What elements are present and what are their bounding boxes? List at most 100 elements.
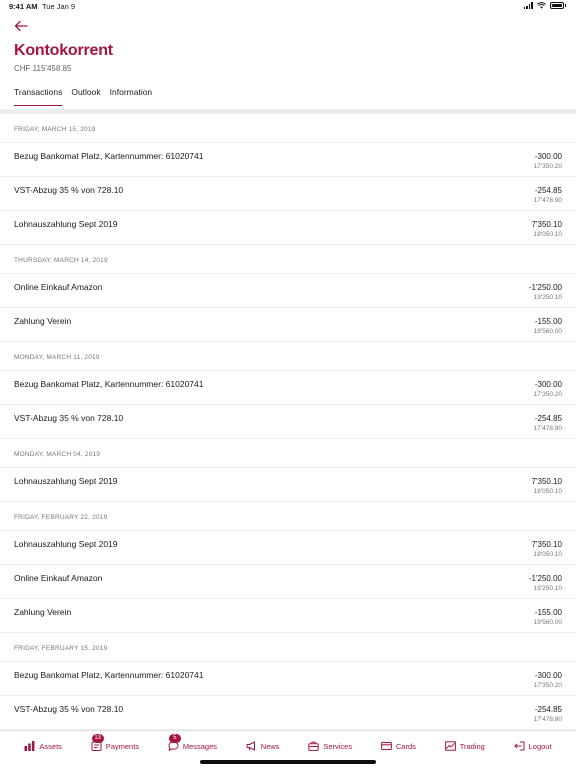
- transaction-description: VST-Abzug 35 % von 728.10: [14, 413, 124, 423]
- tabbar-label: Assets: [39, 741, 62, 751]
- transaction-description: VST-Abzug 35 % von 728.10: [14, 185, 124, 195]
- tabbar-trading[interactable]: Trading: [444, 741, 485, 751]
- section-date-header: THURSDAY, MARCH 14, 2019: [0, 245, 576, 274]
- megaphone-icon: [246, 741, 255, 751]
- tabbar-label: Payments: [105, 741, 140, 751]
- transaction-description: Lohnauszahlung Sept 2019: [14, 539, 118, 549]
- transaction-amount: -254.85: [534, 705, 562, 714]
- status-date: Tue Jan 9: [42, 2, 76, 11]
- transaction-row[interactable]: Bezug Bankomat Platz, Kartennummer: 6102…: [0, 143, 576, 177]
- status-bar: 9:41 AM Tue Jan 9: [0, 0, 576, 14]
- transaction-row[interactable]: Online Einkauf Amazon -1'250.00 19'250.1…: [0, 565, 576, 599]
- transaction-balance: 19'560.00: [533, 619, 562, 626]
- trading-chart-icon: [444, 741, 456, 751]
- transaction-description: Bezug Bankomat Platz, Kartennummer: 6102…: [14, 670, 204, 680]
- transaction-row[interactable]: VST-Abzug 35 % von 728.10 -254.85 17'478…: [0, 405, 576, 439]
- status-icons: [523, 2, 566, 9]
- messages-badge: 5: [168, 734, 181, 743]
- transaction-description: Lohnauszahlung Sept 2019: [14, 219, 118, 229]
- section-date-header: MONDAY, MARCH 11, 2019: [0, 342, 576, 371]
- transaction-row[interactable]: Bezug Bankomat Platz, Kartennummer: 6102…: [0, 371, 576, 405]
- transaction-balance: 17'350.20: [533, 391, 562, 398]
- transaction-description: Online Einkauf Amazon: [14, 573, 103, 583]
- tabbar-services[interactable]: Services: [308, 741, 352, 751]
- transaction-amount: -300.00: [534, 671, 562, 680]
- transaction-amount: 7'350.10: [531, 477, 562, 486]
- transaction-row[interactable]: Bezug Bankomat Platz, Kartennummer: 6102…: [0, 662, 576, 696]
- transaction-balance: 18'050.10: [533, 231, 562, 238]
- transaction-amount: -300.00: [534, 152, 562, 161]
- tabbar-logout[interactable]: Logout: [514, 741, 552, 751]
- back-button[interactable]: [14, 20, 32, 36]
- status-time: 9:41 AM: [9, 2, 38, 11]
- bar-chart-icon: [24, 741, 35, 751]
- bottom-tab-bar: Assets 13 Payments 5 Messages News Servi…: [0, 730, 576, 768]
- account-balance: CHF 115'458.85: [14, 64, 72, 73]
- transaction-balance: 18'050.10: [533, 488, 562, 495]
- transaction-amount: -254.85: [534, 186, 562, 195]
- tabbar-news[interactable]: News: [246, 741, 280, 751]
- battery-tip: [564, 4, 566, 7]
- tabbar-label: Messages: [182, 741, 218, 751]
- transaction-row[interactable]: Lohnauszahlung Sept 2019 7'350.10 18'050…: [0, 531, 576, 565]
- transaction-description: VST-Abzug 35 % von 728.10: [14, 704, 124, 714]
- transaction-row[interactable]: VST-Abzug 35 % von 728.10 -254.85 17'478…: [0, 177, 576, 211]
- tabbar-label: Cards: [395, 741, 416, 751]
- transaction-amount: -254.85: [534, 414, 562, 423]
- tabbar-messages[interactable]: 5 Messages: [168, 734, 218, 751]
- transaction-amount: -1'250.00: [528, 574, 562, 583]
- transaction-amount: 7'350.10: [531, 540, 562, 549]
- transaction-balance: 17'350.20: [533, 682, 562, 689]
- wifi-icon: [536, 2, 546, 9]
- transaction-balance: 19'560.00: [533, 328, 562, 335]
- transaction-amount: -300.00: [534, 380, 562, 389]
- transaction-balance: 17'478.90: [533, 197, 562, 204]
- transaction-amount: 7'350.10: [531, 220, 562, 229]
- transaction-balance: 17'478.90: [533, 716, 562, 723]
- transaction-list[interactable]: FRIDAY, MARCH 15, 2019 Bezug Bankomat Pl…: [0, 114, 576, 730]
- tabbar-label: News: [260, 741, 280, 751]
- tabbar-payments[interactable]: 13 Payments: [91, 734, 140, 751]
- tab-information[interactable]: Information: [110, 87, 153, 106]
- transaction-amount: -1'250.00: [528, 283, 562, 292]
- section-date-header: FRIDAY, FEBRUARY 15, 2019: [0, 633, 576, 662]
- tabbar-cards[interactable]: Cards: [380, 741, 416, 751]
- page-title: Kontokorrent: [14, 42, 113, 59]
- tabbar-label: Logout: [528, 741, 552, 751]
- transaction-balance: 18'050.10: [533, 551, 562, 558]
- tab-bar: Transactions Outlook Information: [14, 87, 152, 106]
- section-date-header: MONDAY, MARCH 04, 2019: [0, 439, 576, 468]
- transaction-balance: 17'350.20: [533, 163, 562, 170]
- transaction-balance: 17'478.90: [533, 425, 562, 432]
- logout-icon: [514, 741, 525, 751]
- transaction-description: Bezug Bankomat Platz, Kartennummer: 6102…: [14, 151, 204, 161]
- arrow-left-icon: [14, 20, 28, 32]
- transaction-row[interactable]: Online Einkauf Amazon -1'250.00 19'250.1…: [0, 274, 576, 308]
- transaction-row[interactable]: Lohnauszahlung Sept 2019 7'350.10 18'050…: [0, 211, 576, 245]
- tab-outlook[interactable]: Outlook: [71, 87, 100, 106]
- home-indicator: [200, 760, 376, 764]
- transaction-amount: -155.00: [534, 317, 562, 326]
- signal-icon: [523, 2, 533, 9]
- transaction-row[interactable]: VST-Abzug 35 % von 728.10 -254.85 17'478…: [0, 696, 576, 730]
- header: Kontokorrent CHF 115'458.85 Transactions…: [0, 14, 576, 110]
- transaction-row[interactable]: Zahlung Verein -155.00 19'560.00: [0, 308, 576, 342]
- transaction-row[interactable]: Lohnauszahlung Sept 2019 7'350.10 18'050…: [0, 468, 576, 502]
- tabbar-assets[interactable]: Assets: [24, 741, 62, 751]
- tabbar-label: Trading: [459, 741, 485, 751]
- section-date-header: FRIDAY, FEBRUARY 22, 2019: [0, 502, 576, 531]
- transaction-description: Zahlung Verein: [14, 316, 72, 326]
- tabbar-label: Services: [323, 741, 353, 751]
- transaction-description: Online Einkauf Amazon: [14, 282, 103, 292]
- tab-transactions[interactable]: Transactions: [14, 87, 63, 106]
- transaction-balance: 19'250.10: [533, 294, 562, 301]
- payments-badge: 13: [91, 734, 104, 743]
- battery-icon: [549, 2, 564, 9]
- transaction-description: Zahlung Verein: [14, 607, 72, 617]
- briefcase-icon: [308, 741, 320, 751]
- transaction-balance: 19'250.10: [533, 585, 562, 592]
- transaction-description: Lohnauszahlung Sept 2019: [14, 476, 118, 486]
- transaction-row[interactable]: Zahlung Verein -155.00 19'560.00: [0, 599, 576, 633]
- transaction-description: Bezug Bankomat Platz, Kartennummer: 6102…: [14, 379, 204, 389]
- section-date-header: FRIDAY, MARCH 15, 2019: [0, 114, 576, 143]
